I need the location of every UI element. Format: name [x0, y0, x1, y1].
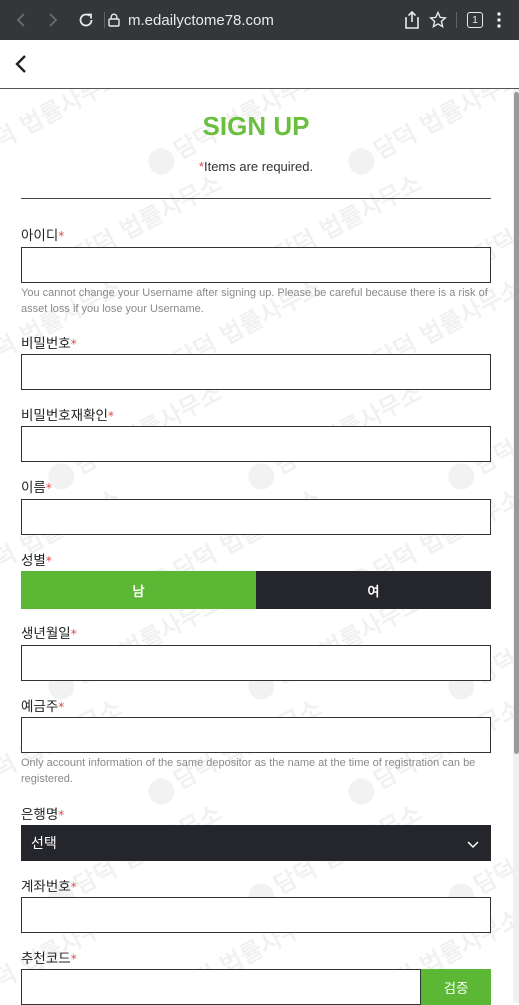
app-header: [0, 40, 519, 89]
required-star: *: [70, 627, 77, 641]
bank-label-text: 은행명: [21, 807, 59, 823]
referral-label: 추천코드*: [21, 947, 77, 967]
username-input[interactable]: [21, 247, 491, 283]
url-text: m.edailyctome78.com: [128, 11, 274, 29]
share-icon[interactable]: [404, 10, 420, 33]
seal-icon: [243, 458, 279, 495]
required-star: *: [70, 337, 77, 351]
depositor-label: 예금주*: [21, 695, 64, 715]
depositor-input[interactable]: [21, 717, 491, 753]
bookmark-star-icon[interactable]: [428, 10, 448, 33]
name-label-text: 이름: [21, 480, 46, 496]
name-label: 이름*: [21, 476, 52, 496]
lock-icon: [108, 13, 120, 27]
reload-icon[interactable]: [74, 8, 98, 32]
bank-select[interactable]: 선택: [21, 825, 491, 861]
scrollbar-thumb[interactable]: [514, 92, 519, 754]
toolbar-divider-2: [456, 12, 457, 28]
name-input[interactable]: [21, 499, 491, 535]
account-input[interactable]: [21, 897, 491, 933]
required-note: *Items are required.: [21, 159, 491, 174]
page-title: SIGN UP: [202, 111, 310, 141]
title-divider: [21, 198, 491, 199]
username-label-text: 아이디: [21, 228, 59, 244]
depositor-help: Only account information of the same dep…: [21, 757, 476, 785]
back-chevron-icon[interactable]: [14, 54, 32, 74]
address-bar[interactable]: m.edailyctome78.com: [108, 6, 274, 34]
referral-label-text: 추천코드: [21, 951, 71, 967]
password-confirm-label: 비밀번호재확인*: [21, 404, 114, 424]
bank-select-value: 선택: [31, 836, 57, 852]
password-confirm-label-text: 비밀번호재확인: [21, 408, 108, 424]
gender-label: 성별*: [21, 549, 52, 569]
gender-toggle: 남 여: [21, 571, 491, 609]
bank-label: 은행명*: [21, 803, 64, 823]
gender-male-button[interactable]: 남: [21, 571, 256, 609]
required-star: *: [58, 700, 65, 714]
browser-toolbar: m.edailyctome78.com 1: [0, 0, 519, 40]
back-arrow-icon[interactable]: [10, 8, 34, 32]
required-star: *: [58, 229, 65, 243]
tab-count-button[interactable]: 1: [467, 12, 483, 28]
seal-icon: [443, 458, 479, 495]
password-label-text: 비밀번호: [21, 336, 71, 352]
gender-label-text: 성별: [21, 553, 46, 569]
required-star: *: [45, 554, 52, 568]
birthdate-input[interactable]: [21, 645, 491, 681]
required-star: *: [70, 952, 77, 966]
birthdate-label: 생년월일*: [21, 622, 77, 642]
required-star: *: [107, 409, 114, 423]
more-menu-icon[interactable]: [496, 11, 502, 33]
username-help: You cannot change your Username after si…: [21, 287, 488, 315]
required-star: *: [58, 808, 65, 822]
username-label: 아이디*: [21, 224, 64, 244]
birthdate-label-text: 생년월일: [21, 626, 71, 642]
depositor-label-text: 예금주: [21, 699, 59, 715]
password-label: 비밀번호*: [21, 332, 77, 352]
required-note-text: Items are required.: [203, 159, 314, 174]
password-confirm-input[interactable]: [21, 426, 491, 462]
required-star: *: [45, 481, 52, 495]
forward-arrow-icon[interactable]: [40, 8, 64, 32]
watermark-layer: 담덕 법률사무소 담덕 법률사무소 담덕 법률사무소 담덕 법률사무소 담덕 법률사무소…: [0, 89, 513, 1003]
referral-input[interactable]: [21, 969, 421, 1005]
account-label: 계좌번호*: [21, 875, 77, 895]
toolbar-divider: [104, 12, 105, 28]
verify-button[interactable]: 검증: [421, 969, 491, 1005]
password-input[interactable]: [21, 354, 491, 390]
gender-female-button[interactable]: 여: [256, 571, 491, 609]
required-star: *: [70, 880, 77, 894]
account-label-text: 계좌번호: [21, 879, 71, 895]
chevron-down-icon: [467, 837, 479, 853]
